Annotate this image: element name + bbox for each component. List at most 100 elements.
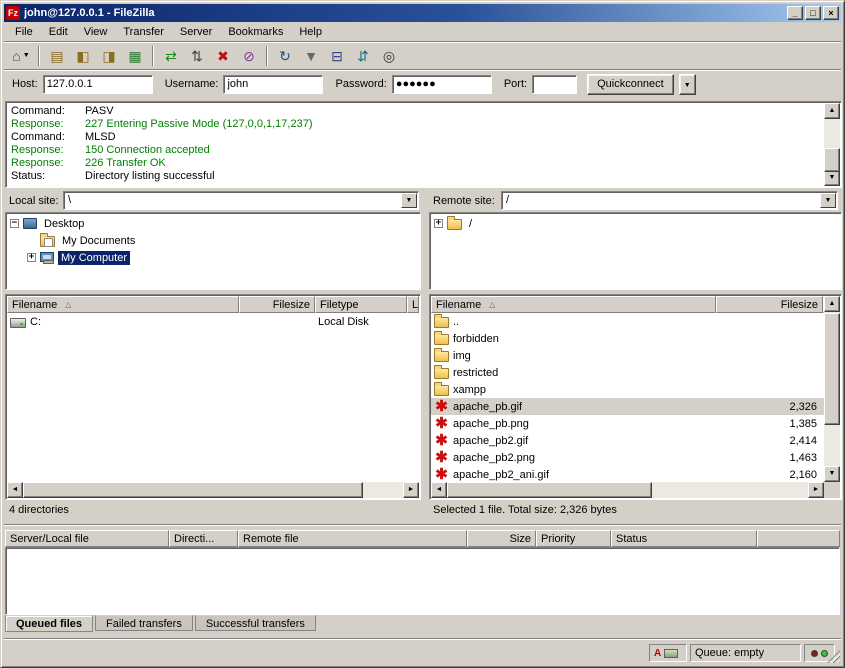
file-row-img[interactable]: img xyxy=(431,347,824,364)
process-queue-button[interactable]: ⇅ xyxy=(185,45,209,67)
local-tree-item-desktop[interactable]: −Desktop xyxy=(7,215,419,232)
remote-site-label: Remote site: xyxy=(433,195,495,207)
file-name: apache_pb2.gif xyxy=(453,435,528,447)
local-tree-button[interactable]: ◧ xyxy=(71,45,95,67)
column-header-filesize[interactable]: Filesize xyxy=(239,296,315,313)
sync-browsing-button[interactable]: ⇵ xyxy=(351,45,375,67)
column-header-server-local-file[interactable]: Server/Local file xyxy=(5,530,169,547)
directory-filter-button[interactable]: ▼ xyxy=(299,45,323,67)
file-row-apache-pb2-png[interactable]: apache_pb2.png1,463 xyxy=(431,449,824,466)
file-row-forbidden[interactable]: forbidden xyxy=(431,330,824,347)
collapse-icon[interactable]: − xyxy=(10,219,19,228)
column-header-remote-file[interactable]: Remote file xyxy=(238,530,467,547)
minimize-button[interactable]: _ xyxy=(787,6,803,20)
maximize-button[interactable]: □ xyxy=(805,6,821,20)
column-header-size[interactable]: Size xyxy=(467,530,536,547)
quickconnect-button[interactable]: Quickconnect xyxy=(587,74,674,95)
menu-item-view[interactable]: View xyxy=(76,23,116,41)
local-tree-icon: ◧ xyxy=(76,45,89,67)
filezilla-window: Fz john@127.0.0.1 - FileZilla _□× FileEd… xyxy=(0,0,845,668)
file-row-x[interactable]: .. xyxy=(431,313,824,330)
menu-item-server[interactable]: Server xyxy=(172,23,220,41)
scroll-up-button[interactable]: ▲ xyxy=(824,103,840,119)
scroll-right-button[interactable]: ► xyxy=(808,482,824,498)
scroll-thumb[interactable] xyxy=(23,482,363,498)
file-row-restricted[interactable]: restricted xyxy=(431,364,824,381)
title-bar[interactable]: Fz john@127.0.0.1 - FileZilla _□× xyxy=(4,4,841,22)
scroll-thumb[interactable] xyxy=(824,313,840,425)
message-log-button[interactable]: ▤ xyxy=(45,45,69,67)
local-tree-item-my-computer[interactable]: +My Computer xyxy=(7,249,419,266)
file-row-xampp[interactable]: xampp xyxy=(431,381,824,398)
menu-item-help[interactable]: Help xyxy=(291,23,330,41)
column-header-spacer[interactable] xyxy=(757,530,840,547)
folder-icon xyxy=(434,351,449,362)
local-site-combo-arrow[interactable]: ▼ xyxy=(401,193,417,208)
scroll-down-button[interactable]: ▼ xyxy=(824,170,840,186)
column-header-filetype[interactable]: Filetype xyxy=(315,296,407,313)
cancel-button[interactable]: ✖ xyxy=(211,45,235,67)
remote-tree-icon: ◨ xyxy=(102,45,115,67)
column-header-status[interactable]: Status xyxy=(611,530,757,547)
file-size-cell xyxy=(716,330,823,347)
menu-item-edit[interactable]: Edit xyxy=(41,23,76,41)
expand-icon[interactable]: + xyxy=(434,219,443,228)
find-files-button[interactable]: ◎ xyxy=(377,45,401,67)
tab-failed-transfers[interactable]: Failed transfers xyxy=(95,615,193,631)
close-button[interactable]: × xyxy=(823,6,839,20)
column-header-priority[interactable]: Priority xyxy=(536,530,611,547)
reconnect-button[interactable]: ↻ xyxy=(273,45,297,67)
log-line-text: 227 Entering Passive Mode (127,0,0,1,17,… xyxy=(85,118,312,131)
directory-compare-button[interactable]: ⊟ xyxy=(325,45,349,67)
site-manager-button[interactable]: ⌂▼ xyxy=(9,45,33,67)
scroll-thumb[interactable] xyxy=(447,482,652,498)
file-row-apache-pb2-gif[interactable]: apache_pb2.gif2,414 xyxy=(431,432,824,449)
file-row-apache-pb-gif[interactable]: apache_pb.gif2,326 xyxy=(431,398,824,415)
menu-item-bookmarks[interactable]: Bookmarks xyxy=(220,23,291,41)
column-header-l[interactable]: L xyxy=(407,296,419,313)
column-header-directi[interactable]: Directi... xyxy=(169,530,238,547)
remote-site-combo[interactable]: / ▼ xyxy=(501,191,838,210)
host-input[interactable] xyxy=(43,75,153,94)
remote-status-text: Selected 1 file. Total size: 2,326 bytes xyxy=(433,504,617,516)
menu-item-transfer[interactable]: Transfer xyxy=(115,23,172,41)
quickconnect-dropdown-button[interactable]: ▼ xyxy=(679,74,696,95)
local-site-combo[interactable]: \ ▼ xyxy=(63,191,419,210)
message-log-vscrollbar[interactable]: ▲ ▼ xyxy=(824,103,840,186)
log-line-text: PASV xyxy=(85,105,114,118)
expand-icon[interactable]: + xyxy=(27,253,36,262)
remote-tree-item-x[interactable]: +/ xyxy=(431,215,840,232)
menu-item-file[interactable]: File xyxy=(7,23,41,41)
scroll-right-button[interactable]: ► xyxy=(403,482,419,498)
local-file-list-hscrollbar[interactable]: ◄ ► xyxy=(7,482,419,498)
column-header-label: Filetype xyxy=(320,299,359,311)
port-input[interactable] xyxy=(532,75,577,94)
username-input[interactable] xyxy=(223,75,323,94)
remote-file-list-vscrollbar[interactable]: ▲ ▼ xyxy=(824,296,840,482)
remote-file-list-hscrollbar[interactable]: ◄ ► xyxy=(431,482,824,498)
file-row-c[interactable]: C:Local Disk xyxy=(7,313,419,330)
scroll-down-button[interactable]: ▼ xyxy=(824,466,840,482)
file-row-apache-pb2-ani-gif[interactable]: apache_pb2_ani.gif2,160 xyxy=(431,466,824,482)
tab-queued-files[interactable]: Queued files xyxy=(5,615,93,632)
column-header-filename[interactable]: Filename△ xyxy=(431,296,716,313)
column-header-filesize[interactable]: Filesize xyxy=(716,296,823,313)
remote-site-combo-arrow[interactable]: ▼ xyxy=(820,193,836,208)
scroll-thumb[interactable] xyxy=(824,148,840,172)
scroll-up-button[interactable]: ▲ xyxy=(824,296,840,312)
disconnect-button[interactable]: ⊘ xyxy=(237,45,261,67)
transfer-queue-button[interactable]: ▦ xyxy=(123,45,147,67)
scroll-left-button[interactable]: ◄ xyxy=(7,482,23,498)
password-input[interactable] xyxy=(392,75,492,94)
column-header-filename[interactable]: Filename△ xyxy=(7,296,239,313)
pane-splitter[interactable] xyxy=(421,191,429,500)
refresh-button[interactable]: ⇄ xyxy=(159,45,183,67)
transfer-queue-list[interactable] xyxy=(5,547,840,615)
folder-icon xyxy=(434,385,449,396)
remote-tree-button[interactable]: ◨ xyxy=(97,45,121,67)
scroll-left-button[interactable]: ◄ xyxy=(431,482,447,498)
file-row-apache-pb-png[interactable]: apache_pb.png1,385 xyxy=(431,415,824,432)
local-tree-item-my-documents[interactable]: My Documents xyxy=(7,232,419,249)
tab-successful-transfers[interactable]: Successful transfers xyxy=(195,615,316,631)
sync-browsing-icon: ⇵ xyxy=(357,45,369,67)
